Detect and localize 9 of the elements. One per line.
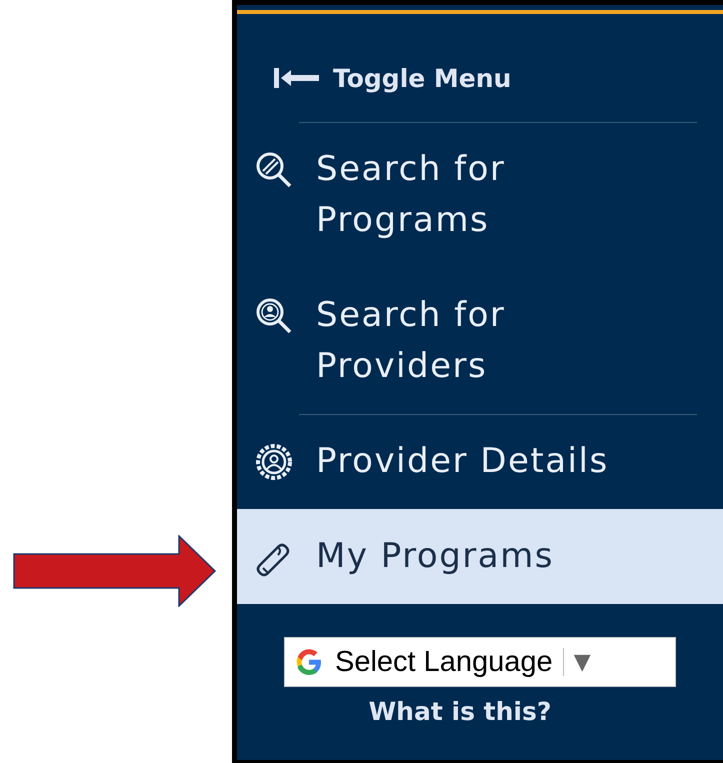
collapse-arrow-icon [273,68,321,88]
search-icon [254,150,294,190]
toggle-menu-button[interactable]: Toggle Menu [237,14,512,122]
user-badge-icon [254,442,294,482]
search-icon [254,296,294,336]
nav-item[interactable]: Search for Providers [237,268,723,414]
language-select[interactable]: Select Language ▼ [284,637,676,687]
help-link[interactable]: What is this? [368,697,552,726]
nav-item[interactable]: My Programs [237,509,723,604]
